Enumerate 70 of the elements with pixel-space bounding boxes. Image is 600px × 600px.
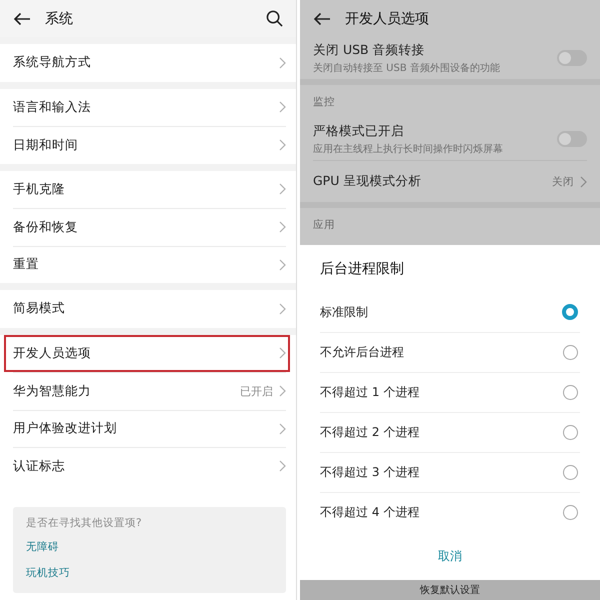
settings-row[interactable]: 语言和输入法 <box>13 88 286 126</box>
row-value: 关闭 <box>552 174 574 188</box>
settings-row[interactable]: 开发人员选项 <box>4 334 290 372</box>
settings-row[interactable]: 华为智慧能力 已开启 <box>13 372 286 410</box>
back-icon[interactable] <box>313 12 331 26</box>
chevron-icon <box>279 139 286 152</box>
radio-button[interactable] <box>562 304 578 320</box>
reset-defaults-button[interactable]: 恢复默认设置 <box>420 583 480 597</box>
row-label: 日期和时间 <box>13 136 78 154</box>
row-label: 严格模式已开启 <box>313 122 405 140</box>
option-label: 不得超过 3 个进程 <box>320 464 420 481</box>
radio-button[interactable] <box>563 345 578 360</box>
settings-row[interactable]: 认证标志 <box>13 447 286 484</box>
toggle-switch[interactable] <box>557 131 587 147</box>
cancel-button[interactable]: 取消 <box>430 544 470 568</box>
suggestion-prompt: 是否在寻找其他设置项? <box>26 516 143 530</box>
row-label: 手机克隆 <box>13 180 65 198</box>
radio-button[interactable] <box>563 505 578 520</box>
suggestion-link[interactable]: 玩机技巧 <box>26 566 273 580</box>
row-label: 关闭 USB 音频转接 <box>313 42 426 58</box>
chevron-icon <box>279 101 286 114</box>
chevron-icon <box>279 183 286 196</box>
chevron-icon <box>279 302 286 315</box>
toggle-switch[interactable] <box>557 50 587 66</box>
section-header: 监控 <box>313 94 336 110</box>
chevron-icon <box>279 347 286 360</box>
settings-row[interactable]: 重置 <box>13 246 286 283</box>
page-title: 开发人员选项 <box>345 10 429 28</box>
settings-row[interactable]: 严格模式已开启 应用在主线程上执行长时间操作时闪烁屏幕 <box>313 118 587 160</box>
chevron-icon <box>279 258 286 271</box>
chevron-icon <box>580 176 587 188</box>
row-label: 系统导航方式 <box>13 54 91 72</box>
settings-row[interactable]: 简易模式 <box>13 290 286 328</box>
row-label: 用户体验改进计划 <box>13 420 117 438</box>
row-label: 认证标志 <box>13 458 65 475</box>
settings-row[interactable]: 手机克隆 <box>13 170 286 208</box>
radio-button[interactable] <box>563 385 578 400</box>
option-label: 不得超过 4 个进程 <box>320 504 420 521</box>
row-description: 应用在主线程上执行长时间操作时闪烁屏幕 <box>313 142 503 156</box>
row-label: 备份和恢复 <box>13 218 78 236</box>
dialog-title: 后台进程限制 <box>320 260 405 278</box>
row-label: 开发人员选项 <box>13 344 91 362</box>
row-label: 简易模式 <box>13 300 65 318</box>
back-icon[interactable] <box>13 12 31 26</box>
settings-row[interactable]: 关闭 USB 音频转接 关闭自动转接至 USB 音频外围设备的功能 <box>313 37 587 79</box>
section-header: 应用 <box>313 218 336 232</box>
settings-row[interactable]: 日期和时间 <box>13 126 286 164</box>
option-label: 不允许后台进程 <box>320 344 404 361</box>
option-label: 不得超过 2 个进程 <box>320 424 420 441</box>
option-label: 不得超过 1 个进程 <box>320 384 420 401</box>
settings-row[interactable]: 系统导航方式 <box>13 44 286 82</box>
settings-row[interactable]: 用户体验改进计划 <box>13 410 286 447</box>
page-title: 系统 <box>45 10 73 28</box>
row-label: 华为智慧能力 <box>13 382 91 400</box>
row-description: 关闭自动转接至 USB 音频外围设备的功能 <box>313 62 500 74</box>
row-label: GPU 呈现模式分析 <box>313 173 422 190</box>
settings-row[interactable]: 备份和恢复 <box>13 208 286 246</box>
chevron-icon <box>279 56 286 69</box>
suggestion-link[interactable]: 无障碍 <box>26 540 273 554</box>
radio-button[interactable] <box>563 465 578 480</box>
radio-button[interactable] <box>563 425 578 440</box>
search-icon[interactable] <box>266 10 283 27</box>
row-label: 语言和输入法 <box>13 98 91 116</box>
row-label: 重置 <box>13 256 39 274</box>
chevron-icon <box>279 422 286 435</box>
chevron-icon <box>279 385 286 398</box>
option-label: 标准限制 <box>320 304 368 320</box>
chevron-icon <box>279 221 286 234</box>
chevron-icon <box>279 460 286 472</box>
row-value: 已开启 <box>240 384 273 399</box>
